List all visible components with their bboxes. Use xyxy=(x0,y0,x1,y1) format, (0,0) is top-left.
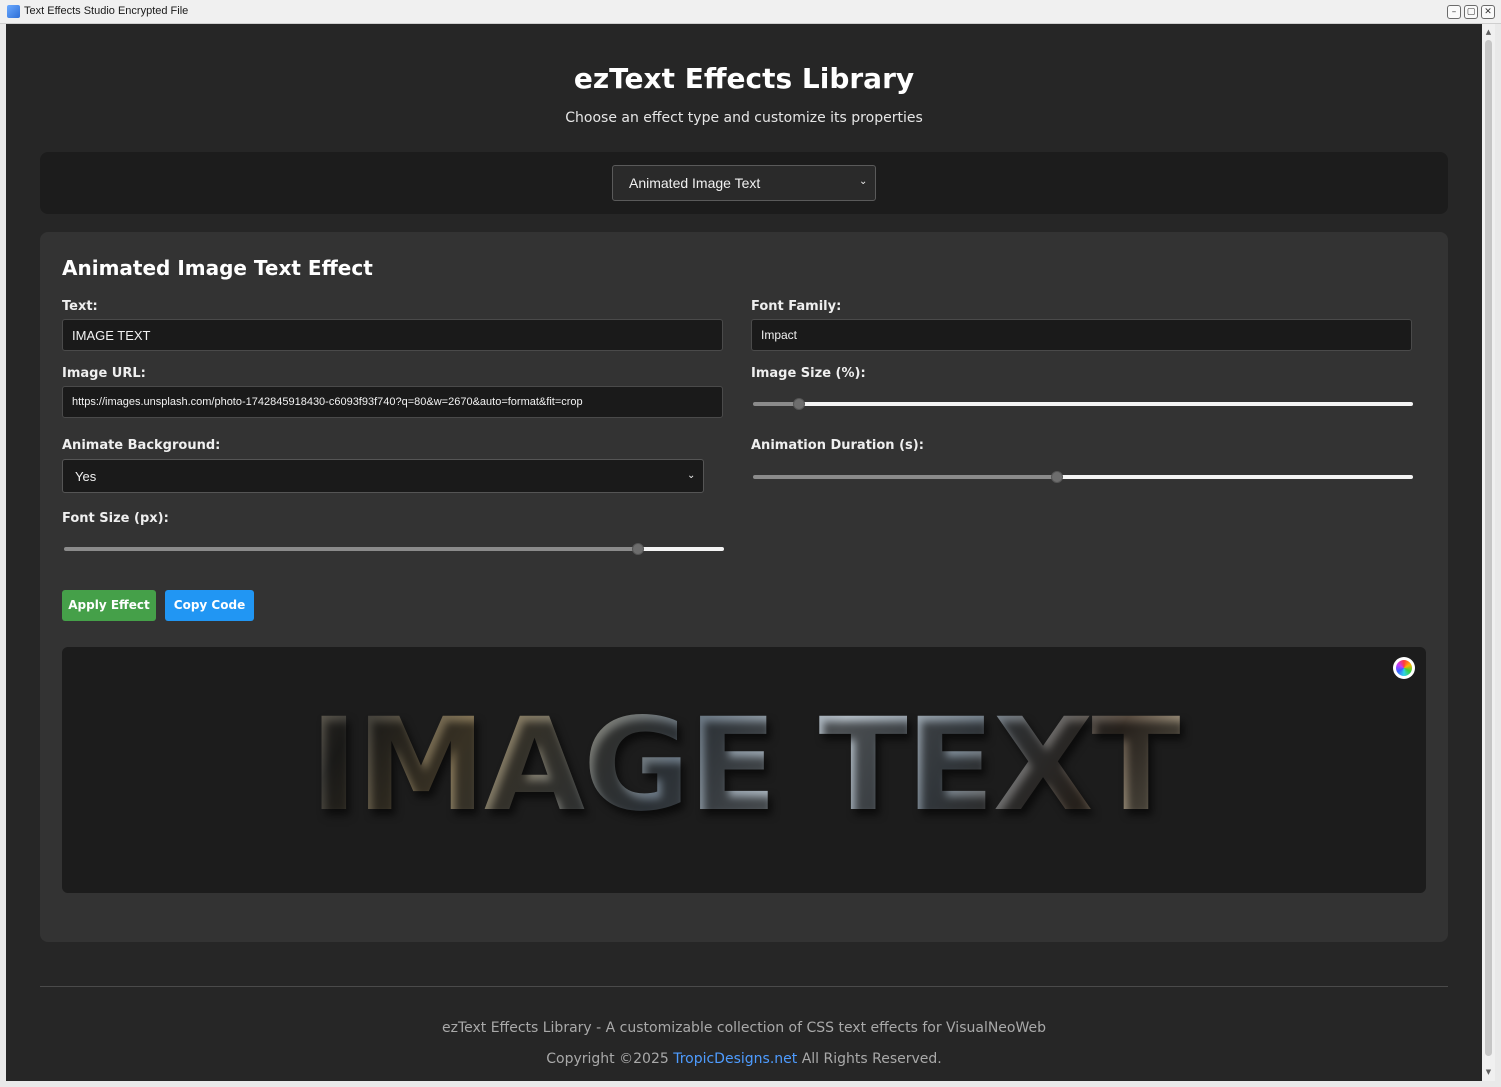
app-icon xyxy=(7,5,20,18)
font-size-slider[interactable] xyxy=(64,542,724,556)
scroll-down-arrow-icon[interactable]: ▼ xyxy=(1484,1067,1493,1077)
slider-thumb[interactable] xyxy=(632,543,645,555)
window-frame-bottom xyxy=(0,1081,1501,1087)
effect-preview: IMAGE TEXT xyxy=(62,647,1426,893)
slider-fill xyxy=(753,475,1057,479)
slider-rest xyxy=(1056,475,1413,479)
page-subtitle: Choose an effect type and customize its … xyxy=(565,110,923,126)
font-size-label: Font Size (px): xyxy=(62,511,169,526)
slider-thumb[interactable] xyxy=(793,398,806,410)
copyright-suffix: All Rights Reserved. xyxy=(797,1051,942,1067)
footer-divider xyxy=(40,986,1448,987)
effect-type-select[interactable]: Animated Image Text ⌄ xyxy=(612,165,876,201)
effect-editor-panel: Animated Image Text Effect Text: IMAGE T… xyxy=(40,232,1448,942)
effect-type-value: Animated Image Text xyxy=(629,175,761,191)
font-family-label: Font Family: xyxy=(751,299,842,314)
animation-duration-slider[interactable] xyxy=(753,470,1413,484)
copyright-prefix: Copyright ©2025 xyxy=(546,1051,674,1067)
animate-background-label: Animate Background: xyxy=(62,438,221,453)
slider-fill xyxy=(64,547,639,551)
color-wheel-icon xyxy=(1396,660,1412,676)
chevron-down-icon: ⌄ xyxy=(687,470,696,481)
vertical-scrollbar[interactable]: ▲ ▼ xyxy=(1482,24,1495,1081)
text-label: Text: xyxy=(62,299,98,314)
color-picker-button[interactable] xyxy=(1393,657,1415,679)
window-frame-right xyxy=(1495,24,1501,1087)
slider-thumb[interactable] xyxy=(1050,471,1063,483)
animate-background-select[interactable]: Yes ⌄ xyxy=(62,459,704,493)
footer-copyright: Copyright ©2025 TropicDesigns.net All Ri… xyxy=(6,1051,1482,1067)
minimize-button[interactable]: – xyxy=(1447,5,1461,19)
text-input[interactable]: IMAGE TEXT xyxy=(62,319,723,351)
footer-description: ezText Effects Library - A customizable … xyxy=(441,1020,1047,1036)
slider-rest xyxy=(638,547,724,551)
scroll-thumb[interactable] xyxy=(1485,40,1492,1056)
image-url-label: Image URL: xyxy=(62,366,146,381)
apply-effect-button[interactable]: Apply Effect xyxy=(62,590,156,621)
effect-editor-title: Animated Image Text Effect xyxy=(62,256,373,280)
copy-code-button[interactable]: Copy Code xyxy=(165,590,254,621)
chevron-down-icon: ⌄ xyxy=(859,176,868,187)
effect-selector-panel: Animated Image Text ⌄ xyxy=(40,152,1448,214)
close-button[interactable]: ✕ xyxy=(1481,5,1495,19)
preview-image-text: IMAGE TEXT xyxy=(62,691,1426,841)
animation-duration-label: Animation Duration (s): xyxy=(751,438,924,453)
window-title: Text Effects Studio Encrypted File xyxy=(24,5,189,17)
image-size-slider[interactable] xyxy=(753,397,1413,411)
image-url-input[interactable]: https://images.unsplash.com/photo-174284… xyxy=(62,386,723,418)
slider-rest xyxy=(799,402,1413,406)
animate-background-value: Yes xyxy=(75,469,97,484)
page-title: ezText Effects Library xyxy=(573,62,915,95)
maximize-button[interactable]: ▢ xyxy=(1464,5,1478,19)
window-titlebar: Text Effects Studio Encrypted File – ▢ ✕ xyxy=(0,0,1501,24)
image-size-label: Image Size (%): xyxy=(751,366,866,381)
page-content: ezText Effects Library Choose an effect … xyxy=(6,24,1482,1081)
tropicdesigns-link[interactable]: TropicDesigns.net xyxy=(673,1051,797,1067)
scroll-up-arrow-icon[interactable]: ▲ xyxy=(1484,27,1493,37)
font-family-input[interactable]: Impact xyxy=(751,319,1412,351)
